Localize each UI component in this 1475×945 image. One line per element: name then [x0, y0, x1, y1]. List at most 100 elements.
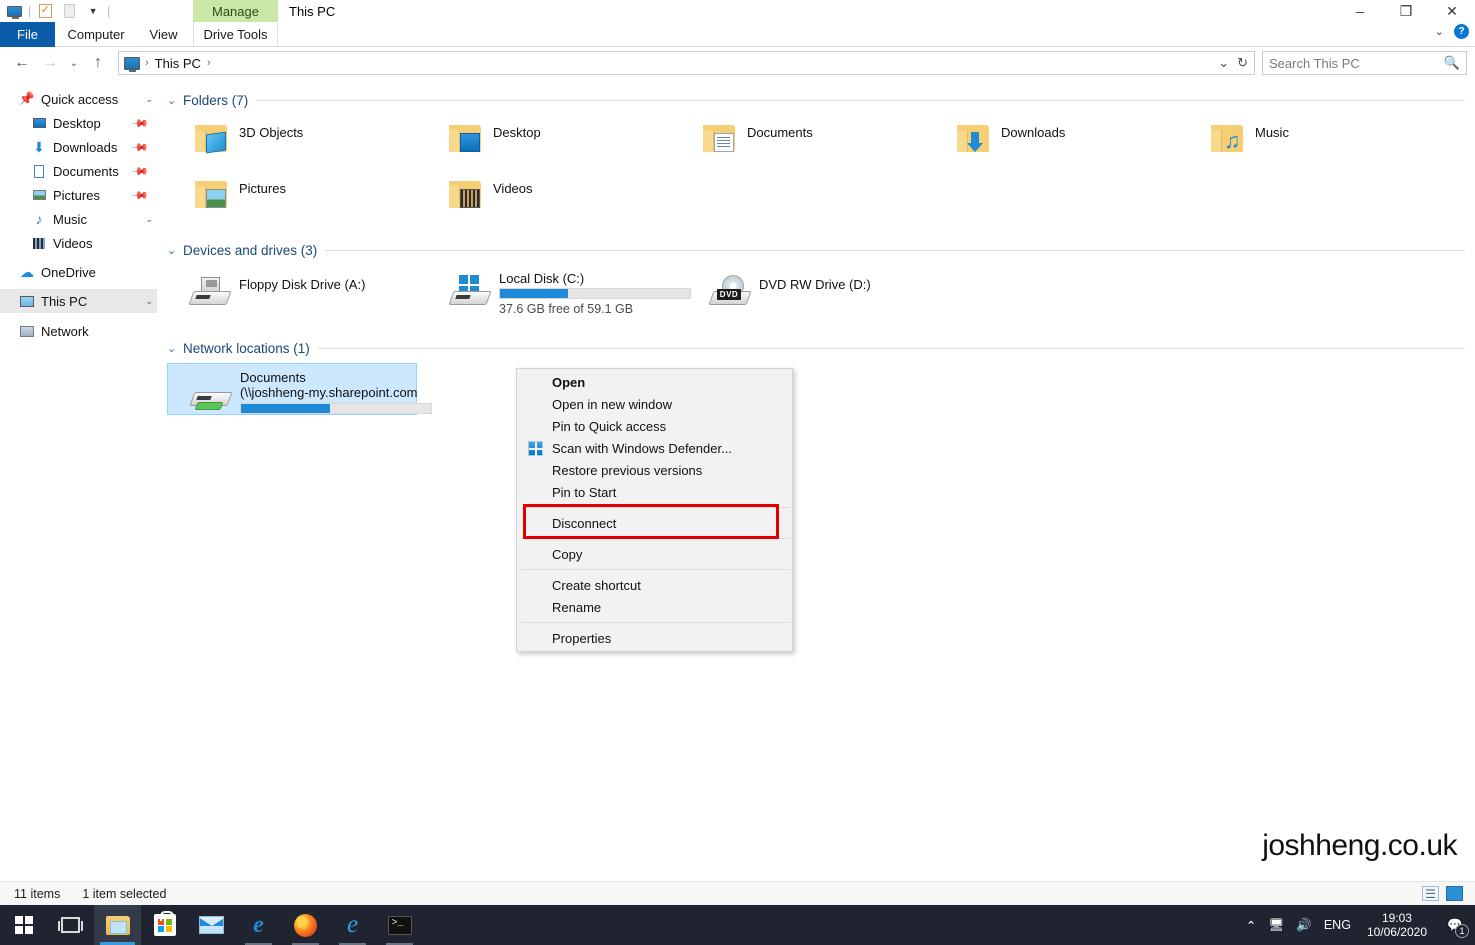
context-menu-item-create-shortcut[interactable]: Create shortcut — [517, 574, 792, 596]
capacity-bar — [499, 288, 691, 299]
group-label: Folders (7) — [183, 92, 249, 108]
folder-item-videos[interactable]: Videos — [421, 171, 675, 227]
sidebar-item-documents[interactable]: Documents 📌 — [0, 159, 157, 183]
group-header-network-locations[interactable]: ⌄ Network locations (1) — [167, 337, 1475, 359]
folder-item-documents[interactable]: Documents — [675, 115, 929, 171]
pin-icon[interactable]: 📌 — [131, 114, 150, 132]
file-list-pane[interactable]: ⌄ Folders (7) 3D Objects Desktop Documen… — [157, 79, 1475, 881]
breadcrumb-item-this-pc[interactable]: This PC — [151, 56, 205, 71]
folder-name: Pictures — [239, 181, 286, 196]
minimize-button[interactable]: – — [1337, 0, 1383, 22]
details-view-icon[interactable]: ☰ — [1422, 886, 1439, 901]
chevron-down-icon[interactable]: ⌄ — [145, 94, 153, 105]
sidebar-item-quick-access[interactable]: 📌 Quick access ⌄ — [0, 87, 157, 111]
internet-explorer-button[interactable]: e — [329, 905, 376, 945]
folder-item-desktop[interactable]: Desktop — [421, 115, 675, 171]
folder-music-icon: ♫ — [1203, 119, 1249, 163]
edge-legacy-button[interactable]: e — [235, 905, 282, 945]
sidebar-item-videos[interactable]: Videos — [0, 231, 157, 255]
pin-icon[interactable]: 📌 — [131, 186, 150, 204]
collapse-ribbon-icon[interactable]: ⌄ — [1435, 25, 1444, 38]
this-pc-icon[interactable] — [4, 2, 24, 20]
folder-item-pictures[interactable]: Pictures — [167, 171, 421, 227]
notifications-icon[interactable]: 💬 1 — [1443, 913, 1469, 938]
clock[interactable]: 19:03 10/06/2020 — [1363, 911, 1431, 939]
sidebar-item-desktop[interactable]: Desktop 📌 — [0, 111, 157, 135]
network-location-item-documents[interactable]: Documents (\\joshheng-my.sharepoint.com — [167, 363, 432, 415]
folder-item-3d-objects[interactable]: 3D Objects — [167, 115, 421, 171]
drive-item-local-disk-c[interactable]: Local Disk (C:) 37.6 GB free of 59.1 GB — [427, 265, 691, 323]
context-menu-item-rename[interactable]: Rename — [517, 596, 792, 618]
sidebar-item-this-pc[interactable]: This PC ⌄ — [0, 289, 157, 313]
quick-access-toolbar: | ▼ | — [0, 0, 110, 22]
network-tray-icon[interactable]: 🖥 — [1268, 918, 1284, 933]
folder-3d-objects-icon — [187, 119, 233, 163]
context-menu[interactable]: Open Open in new window Pin to Quick acc… — [516, 368, 793, 652]
recent-locations-icon[interactable]: ⌄ — [64, 50, 84, 76]
task-view-button[interactable] — [47, 905, 94, 945]
search-input[interactable]: Search This PC 🔍 — [1262, 51, 1467, 75]
chevron-down-icon[interactable]: ⌄ — [145, 214, 153, 225]
chevron-down-icon[interactable]: ⌄ — [145, 296, 153, 307]
up-button[interactable]: ↑ — [84, 50, 112, 76]
drive-name: DVD RW Drive (D:) — [759, 277, 871, 292]
new-folder-icon[interactable] — [59, 2, 79, 20]
restore-button[interactable]: ❐ — [1383, 0, 1429, 22]
microsoft-store-button[interactable] — [141, 905, 188, 945]
sidebar-item-downloads[interactable]: ⬇ Downloads 📌 — [0, 135, 157, 159]
language-indicator[interactable]: ENG — [1324, 918, 1351, 932]
floppy-drive-icon — [187, 269, 233, 313]
group-header-devices-and-drives[interactable]: ⌄ Devices and drives (3) — [167, 239, 1475, 261]
file-explorer-button[interactable] — [94, 905, 141, 945]
drive-item-floppy[interactable]: Floppy Disk Drive (A:) — [167, 265, 427, 323]
context-menu-item-disconnect[interactable]: Disconnect — [517, 512, 792, 534]
sidebar-item-network[interactable]: Network — [0, 319, 157, 343]
tab-file[interactable]: File — [0, 22, 55, 47]
start-button[interactable] — [0, 905, 47, 945]
forward-button[interactable]: → — [36, 50, 64, 76]
properties-icon[interactable] — [35, 2, 55, 20]
context-menu-item-restore-previous-versions[interactable]: Restore previous versions — [517, 459, 792, 481]
command-prompt-button[interactable] — [376, 905, 423, 945]
sidebar-item-onedrive[interactable]: ☁ OneDrive — [0, 260, 157, 284]
tiles-view-icon[interactable] — [1446, 886, 1463, 901]
sidebar-item-pictures[interactable]: Pictures 📌 — [0, 183, 157, 207]
mail-button[interactable] — [188, 905, 235, 945]
tab-computer[interactable]: Computer — [58, 22, 134, 47]
volume-icon[interactable]: 🔊 — [1296, 918, 1312, 933]
context-menu-item-pin-to-quick-access[interactable]: Pin to Quick access — [517, 415, 792, 437]
pin-icon[interactable]: 📌 — [131, 162, 150, 180]
folder-item-downloads[interactable]: Downloads — [929, 115, 1183, 171]
chevron-down-icon[interactable]: ⌄ — [167, 244, 183, 257]
chevron-down-icon[interactable]: ⌄ — [167, 94, 183, 107]
context-menu-item-pin-to-start[interactable]: Pin to Start — [517, 481, 792, 503]
sidebar-item-music[interactable]: ♪ Music ⌄ — [0, 207, 157, 231]
search-icon[interactable]: 🔍 — [1444, 55, 1460, 71]
breadcrumb-separator[interactable]: › — [205, 57, 213, 69]
tab-drive-tools[interactable]: Drive Tools — [193, 22, 278, 47]
back-button[interactable]: ← — [8, 50, 36, 76]
context-menu-item-copy[interactable]: Copy — [517, 543, 792, 565]
context-menu-item-properties[interactable]: Properties — [517, 627, 792, 649]
firefox-button[interactable] — [282, 905, 329, 945]
customize-dropdown-icon[interactable]: ▼ — [83, 2, 103, 20]
show-hidden-icons-icon[interactable]: ⌃ — [1246, 918, 1256, 933]
pin-icon[interactable]: 📌 — [131, 138, 150, 156]
group-label: Devices and drives (3) — [183, 242, 318, 258]
tab-view[interactable]: View — [140, 22, 187, 47]
group-header-folders[interactable]: ⌄ Folders (7) — [167, 89, 1475, 111]
drive-item-dvd-rw-d[interactable]: DVD DVD RW Drive (D:) — [687, 265, 947, 323]
help-icon[interactable]: ? — [1454, 24, 1469, 39]
close-button[interactable]: ✕ — [1429, 0, 1475, 22]
refresh-icon[interactable]: ↻ — [1237, 55, 1248, 71]
context-menu-item-open-in-new-window[interactable]: Open in new window — [517, 393, 792, 415]
search-placeholder: Search This PC — [1269, 55, 1360, 71]
context-menu-item-open[interactable]: Open — [517, 371, 792, 393]
context-menu-item-scan-with-windows-defender[interactable]: Scan with Windows Defender... — [517, 437, 792, 459]
network-icon — [18, 325, 36, 337]
chevron-down-icon[interactable]: ⌄ — [167, 342, 183, 355]
folder-item-music[interactable]: ♫ Music — [1183, 115, 1437, 171]
address-bar[interactable]: › This PC › ⌄ ↻ — [118, 51, 1255, 75]
chevron-down-icon[interactable]: ⌄ — [1218, 55, 1229, 71]
command-prompt-icon — [387, 915, 412, 935]
